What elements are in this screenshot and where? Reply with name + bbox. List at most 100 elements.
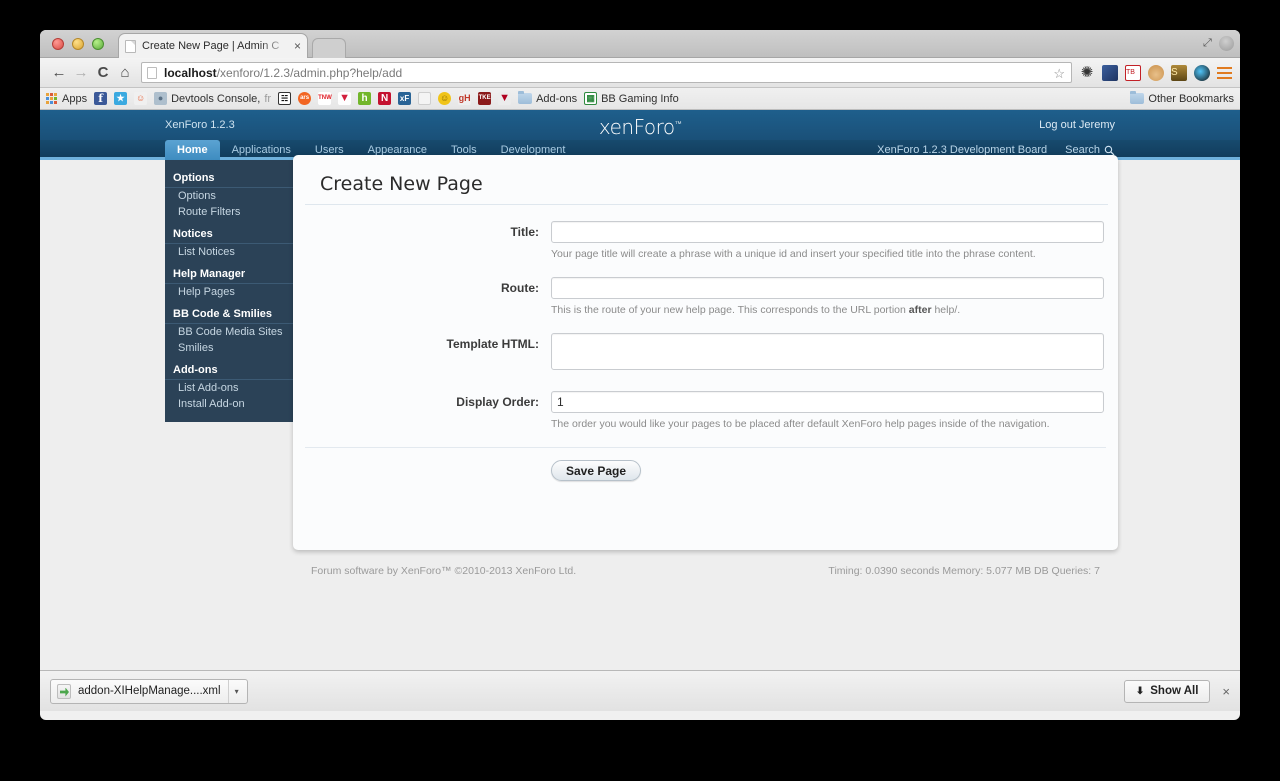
facebook-icon[interactable]: f: [94, 92, 108, 105]
sidebar-group-options: Options: [165, 168, 295, 188]
bookmark-label-dim: fr: [264, 92, 272, 105]
sidebar-item-smilies[interactable]: Smilies: [165, 340, 295, 356]
gh-icon[interactable]: gH: [458, 92, 472, 105]
maximize-window-button[interactable]: [92, 38, 104, 50]
browser-tab[interactable]: Create New Page | Admin C ×: [118, 33, 308, 58]
xml-file-icon: [57, 683, 71, 699]
form-row-route: Route: This is the route of your new hel…: [293, 277, 1118, 317]
bookmark-bb-gaming-info[interactable]: ▦ BB Gaming Info: [584, 92, 679, 105]
sidebar-item-install-add-on[interactable]: Install Add-on: [165, 396, 295, 412]
admin-sidebar: Options Options Route Filters Notices Li…: [165, 160, 295, 422]
show-all-label: Show All: [1150, 685, 1199, 697]
n-icon[interactable]: N: [378, 92, 392, 105]
bookmark-apps[interactable]: Apps: [46, 92, 87, 105]
reddit-icon[interactable]: ☺: [134, 92, 148, 105]
tab-home[interactable]: Home: [165, 140, 220, 160]
spreadsheet-icon: ▦: [584, 92, 598, 105]
spider-icon[interactable]: ☵: [278, 92, 292, 105]
apps-grid-icon: [46, 92, 58, 105]
browser-window: Create New Page | Admin C × ⤢ ← → C ⌂ lo…: [40, 30, 1240, 720]
back-icon[interactable]: ←: [48, 62, 70, 84]
page-footer: Forum software by XenForo™ ©2010-2013 Xe…: [293, 565, 1118, 577]
page-title: Create New Page: [305, 155, 1108, 205]
display-order-input[interactable]: [551, 391, 1104, 413]
folder-icon: [1130, 91, 1145, 104]
tke-icon[interactable]: TKE: [478, 92, 492, 105]
sidebar-item-list-notices[interactable]: List Notices: [165, 244, 295, 260]
bookmark-folder-add-ons[interactable]: Add-ons: [518, 91, 578, 105]
title-field-wrap: Your page title will create a phrase wit…: [551, 221, 1104, 261]
show-all-downloads-button[interactable]: ⬇ Show All: [1123, 679, 1211, 703]
new-tab-button[interactable]: [312, 38, 346, 58]
home-icon[interactable]: ⌂: [114, 62, 136, 84]
extension-color-icon[interactable]: [1194, 64, 1210, 81]
form-row-template-html: Template HTML:: [293, 333, 1118, 375]
sidebar-item-route-filters[interactable]: Route Filters: [165, 204, 295, 220]
address-bar[interactable]: localhost/xenforo/1.2.3/admin.php?help/a…: [141, 62, 1072, 83]
avatar[interactable]: [1219, 36, 1234, 51]
other-bookmarks-folder[interactable]: Other Bookmarks: [1130, 91, 1234, 105]
page-icon: [147, 66, 157, 79]
sidebar-item-help-pages[interactable]: Help Pages: [165, 284, 295, 300]
tab-applications[interactable]: Applications: [220, 140, 303, 160]
navigation-toolbar: ← → C ⌂ localhost/xenforo/1.2.3/admin.ph…: [40, 58, 1240, 88]
route-field-wrap: This is the route of your new help page.…: [551, 277, 1104, 317]
close-icon[interactable]: ×: [294, 40, 301, 52]
reload-icon[interactable]: C: [92, 62, 114, 84]
sidebar-group-bb-code-smilies: BB Code & Smilies: [165, 304, 295, 324]
bookmark-star-icon[interactable]: ☆: [1053, 66, 1065, 82]
sidebar-item-list-add-ons[interactable]: List Add-ons: [165, 380, 295, 396]
v-icon[interactable]: ▼: [498, 92, 512, 105]
close-window-button[interactable]: [52, 38, 64, 50]
url-path: /xenforo/1.2.3/admin.php?help/add: [216, 65, 403, 80]
logo-trademark: ™: [674, 120, 682, 129]
route-input[interactable]: [551, 277, 1104, 299]
extension-pa-icon[interactable]: [1102, 64, 1118, 81]
restore-window-icon[interactable]: ⤢: [1203, 38, 1214, 49]
sidebar-item-options[interactable]: Options: [165, 188, 295, 204]
bookmark-label: Add-ons: [536, 92, 578, 105]
minimize-window-button[interactable]: [72, 38, 84, 50]
bookmarks-bar: Apps f ★ ☺ ● Devtools Console, fr ☵ ars …: [40, 88, 1240, 110]
extension-s-icon[interactable]: S: [1171, 64, 1187, 81]
extension-santa-icon[interactable]: [1148, 64, 1164, 81]
twitter-icon[interactable]: ★: [114, 92, 128, 105]
address-bar-text: localhost/xenforo/1.2.3/admin.php?help/a…: [164, 66, 402, 80]
gear-icon[interactable]: ✺: [1079, 64, 1095, 81]
close-icon[interactable]: ×: [1222, 684, 1230, 699]
extension-tb-icon[interactable]: TB: [1125, 64, 1141, 81]
footer-copyright: Forum software by XenForo™ ©2010-2013 Xe…: [311, 565, 577, 577]
page-icon[interactable]: [418, 92, 432, 105]
bookmark-label: Devtools Console,: [171, 92, 261, 105]
title-input[interactable]: [551, 221, 1104, 243]
v-icon[interactable]: ▼: [338, 92, 352, 105]
xenforo-logo: xenForo™: [598, 115, 682, 139]
browser-tab-strip: Create New Page | Admin C × ⤢: [40, 30, 1240, 58]
template-html-textarea[interactable]: [551, 333, 1104, 370]
sidebar-group-notices: Notices: [165, 224, 295, 244]
route-hint-part2: help/.: [931, 304, 961, 316]
logout-link[interactable]: Log out Jeremy: [1039, 119, 1115, 131]
chevron-down-icon[interactable]: ▾: [227, 679, 245, 703]
bookmark-devtools-console[interactable]: ● Devtools Console, fr: [154, 92, 271, 105]
chrome-menu-icon[interactable]: [1217, 66, 1232, 79]
tnw-icon[interactable]: TNW: [318, 92, 332, 105]
sidebar-item-bb-code-media-sites[interactable]: BB Code Media Sites: [165, 324, 295, 340]
url-host: localhost: [164, 65, 217, 80]
form-row-display-order: Display Order: The order you would like …: [293, 391, 1118, 431]
download-arrow-icon: ⬇: [1135, 685, 1145, 697]
save-page-button[interactable]: Save Page: [551, 460, 642, 481]
other-bookmarks-label: Other Bookmarks: [1148, 92, 1234, 105]
sidebar-group-help-manager: Help Manager: [165, 264, 295, 284]
xf-icon[interactable]: xF: [398, 92, 412, 105]
download-item[interactable]: addon-XIHelpManage....xml ▾: [50, 678, 248, 704]
route-hint-emphasis: after: [908, 304, 932, 316]
download-filename: addon-XIHelpManage....xml: [78, 685, 221, 697]
window-controls[interactable]: [52, 38, 104, 50]
h-icon[interactable]: h: [358, 92, 372, 105]
smiley-icon[interactable]: ☺: [438, 92, 452, 105]
sidebar-group-add-ons: Add-ons: [165, 360, 295, 380]
forward-icon[interactable]: →: [70, 62, 92, 84]
ars-icon[interactable]: ars: [298, 92, 312, 105]
logo-text: xenForo: [598, 115, 675, 139]
